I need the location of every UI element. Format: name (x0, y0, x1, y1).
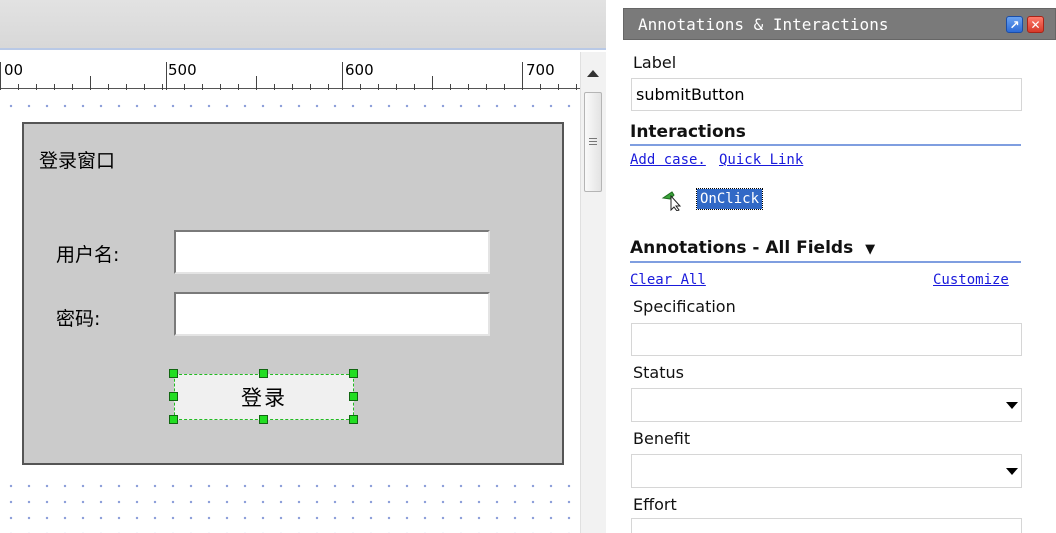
clear-all-link[interactable]: Clear All (630, 272, 706, 288)
password-label: 密码: (56, 308, 101, 330)
ruler-tick (396, 84, 397, 90)
ruler-tick (72, 84, 73, 90)
ruler-tick (328, 84, 329, 90)
section-divider (630, 261, 1021, 263)
page-tab-bar (0, 0, 606, 50)
ruler-tick (126, 84, 127, 90)
ruler-tick (54, 84, 55, 90)
status-label: Status (633, 363, 684, 382)
label-caption: Label (633, 53, 677, 72)
ruler-tick (184, 84, 185, 90)
ruler-tick (36, 84, 37, 90)
grip-line (589, 144, 597, 145)
ruler-tick (202, 84, 203, 90)
ruler-number: 700 (526, 61, 555, 79)
scroll-up-icon[interactable] (587, 70, 599, 77)
ruler-tick (292, 84, 293, 90)
annotations-section-label: Annotations - All Fields (630, 238, 854, 258)
ruler-tick (378, 84, 379, 90)
ruler-tick (274, 84, 275, 90)
ruler-tick (0, 62, 1, 90)
benefit-select[interactable] (631, 454, 1022, 488)
specification-input[interactable] (631, 323, 1022, 356)
resize-handle[interactable] (349, 392, 358, 401)
grid-dots (0, 478, 580, 533)
panel-header: Annotations & Interactions ↗ ✕ (623, 8, 1056, 40)
ruler-tick (256, 76, 257, 90)
close-icon[interactable]: ✕ (1027, 16, 1044, 33)
ruler-tick (504, 84, 505, 90)
ruler-tick (220, 84, 221, 90)
ruler-number: 600 (345, 61, 374, 79)
ruler-number: 500 (168, 61, 197, 79)
ruler-tick (486, 84, 487, 90)
horizontal-ruler: 00 500 600 700 (0, 52, 580, 90)
resize-handle[interactable] (349, 369, 358, 378)
annotations-panel: Annotations & Interactions ↗ ✕ Label sub… (623, 8, 1056, 533)
quick-link[interactable]: Quick Link (719, 152, 803, 168)
ruler-tick (162, 84, 163, 90)
ruler-tick (522, 62, 523, 90)
ruler-tick (238, 84, 239, 90)
ruler-number: 00 (4, 61, 24, 79)
login-button[interactable]: 登录 (174, 374, 354, 420)
ruler-tick (450, 84, 451, 90)
onclick-cursor-icon (661, 191, 682, 211)
add-case-link[interactable]: Add case. (630, 152, 706, 168)
resize-handle[interactable] (169, 415, 178, 424)
password-input[interactable] (174, 292, 490, 336)
specification-label: Specification (633, 297, 736, 316)
panel-title: Annotations & Interactions (638, 15, 889, 34)
ruler-tick (310, 84, 311, 90)
resize-handle[interactable] (349, 415, 358, 424)
ruler-tick (342, 62, 343, 90)
benefit-label: Benefit (633, 429, 691, 448)
grip-line (589, 138, 597, 139)
scrollbar-thumb[interactable] (584, 92, 602, 192)
username-input[interactable] (174, 230, 490, 274)
ruler-tick (18, 84, 19, 90)
resize-handle[interactable] (259, 369, 268, 378)
ruler-tick (432, 76, 433, 90)
label-input[interactable]: submitButton (631, 78, 1022, 111)
interactions-section-title: Interactions (630, 122, 746, 142)
vertical-scrollbar[interactable] (580, 52, 606, 533)
dropdown-icon[interactable]: ▼ (865, 242, 875, 257)
ruler-tick (108, 84, 109, 90)
grid-dots (0, 98, 580, 112)
ruler-tick (558, 84, 559, 90)
dock-icon[interactable]: ↗ (1006, 16, 1023, 33)
customize-link[interactable]: Customize (933, 272, 1009, 288)
chevron-down-icon[interactable] (1006, 402, 1018, 409)
resize-handle[interactable] (259, 415, 268, 424)
effort-select[interactable] (631, 518, 1022, 533)
design-canvas-area: 00 500 600 700 登录窗口 用户名: 密码: 登录 (0, 0, 606, 533)
username-label: 用户名: (56, 244, 120, 266)
ruler-baseline (0, 88, 580, 89)
login-window-title: 登录窗口 (39, 150, 116, 172)
ruler-tick (360, 84, 361, 90)
status-select[interactable] (631, 388, 1022, 422)
login-window-widget[interactable]: 登录窗口 用户名: 密码: 登录 (22, 122, 564, 465)
ruler-tick (540, 84, 541, 90)
ruler-tick (90, 76, 91, 90)
resize-handle[interactable] (169, 369, 178, 378)
effort-label: Effort (633, 495, 677, 514)
annotations-section-title: Annotations - All Fields ▼ (630, 238, 875, 258)
ruler-tick (144, 84, 145, 90)
chevron-down-icon[interactable] (1006, 468, 1018, 475)
selected-widget[interactable]: 登录 (169, 369, 358, 424)
grip-line (589, 141, 597, 142)
ruler-tick (414, 84, 415, 90)
onclick-event[interactable]: OnClick (695, 188, 764, 210)
ruler-tick (576, 84, 577, 90)
section-divider (630, 144, 1021, 146)
resize-handle[interactable] (169, 392, 178, 401)
ruler-tick (166, 62, 167, 90)
ruler-tick (468, 84, 469, 90)
